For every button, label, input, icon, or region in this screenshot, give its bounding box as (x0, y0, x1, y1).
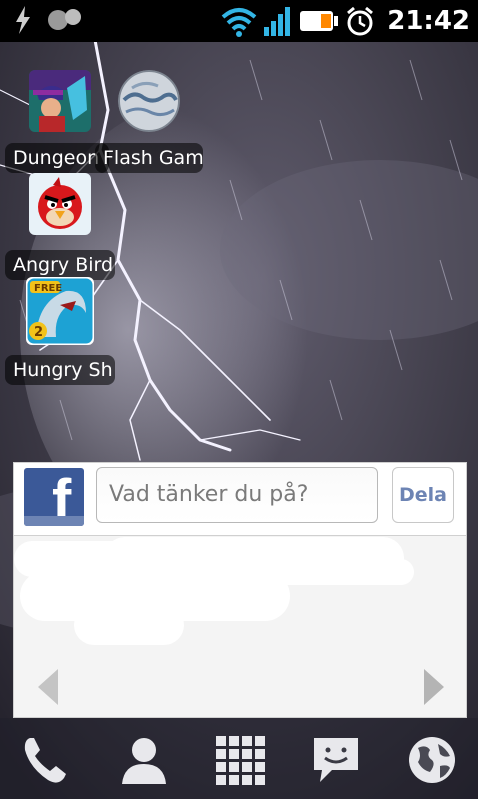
facebook-logo-icon[interactable]: f (24, 468, 84, 526)
wifi-icon (221, 8, 257, 37)
angry-birds-icon[interactable] (29, 173, 91, 235)
next-arrow-icon[interactable] (422, 667, 446, 707)
battery-icon (300, 11, 339, 31)
news-feed[interactable] (14, 535, 466, 717)
flash-game-globe-icon[interactable] (118, 70, 180, 132)
status-bar: 21:42 (0, 0, 478, 42)
hungry-shark-icon[interactable]: FREE 2 (26, 277, 94, 345)
facebook-status-bar: f Vad tänker du på? Dela (14, 463, 466, 536)
phone-icon[interactable] (16, 730, 76, 790)
redacted-content (74, 605, 184, 645)
clock: 21:42 (387, 6, 470, 36)
app-label: Flash Gam (95, 143, 203, 173)
notification-icon (48, 9, 81, 30)
app-label: Angry Bird (5, 250, 115, 280)
dock (0, 718, 478, 799)
app-label: Dungeon (5, 143, 109, 173)
share-button[interactable]: Dela (392, 467, 454, 523)
signal-icon (264, 7, 291, 36)
dungeon-game-icon[interactable] (29, 70, 91, 132)
browser-icon[interactable] (402, 730, 462, 790)
alarm-icon (347, 6, 374, 36)
usb-debug-icon (16, 6, 30, 34)
contacts-icon[interactable] (114, 730, 174, 790)
facebook-widget: f Vad tänker du på? Dela (13, 462, 467, 718)
status-input[interactable]: Vad tänker du på? (96, 467, 378, 523)
svg-text:FREE: FREE (34, 283, 62, 294)
app-drawer-icon[interactable] (210, 730, 270, 790)
previous-arrow-icon[interactable] (36, 667, 60, 707)
app-label: Hungry Sh (5, 355, 115, 385)
messaging-icon[interactable] (306, 730, 366, 790)
svg-text:2: 2 (34, 325, 43, 340)
